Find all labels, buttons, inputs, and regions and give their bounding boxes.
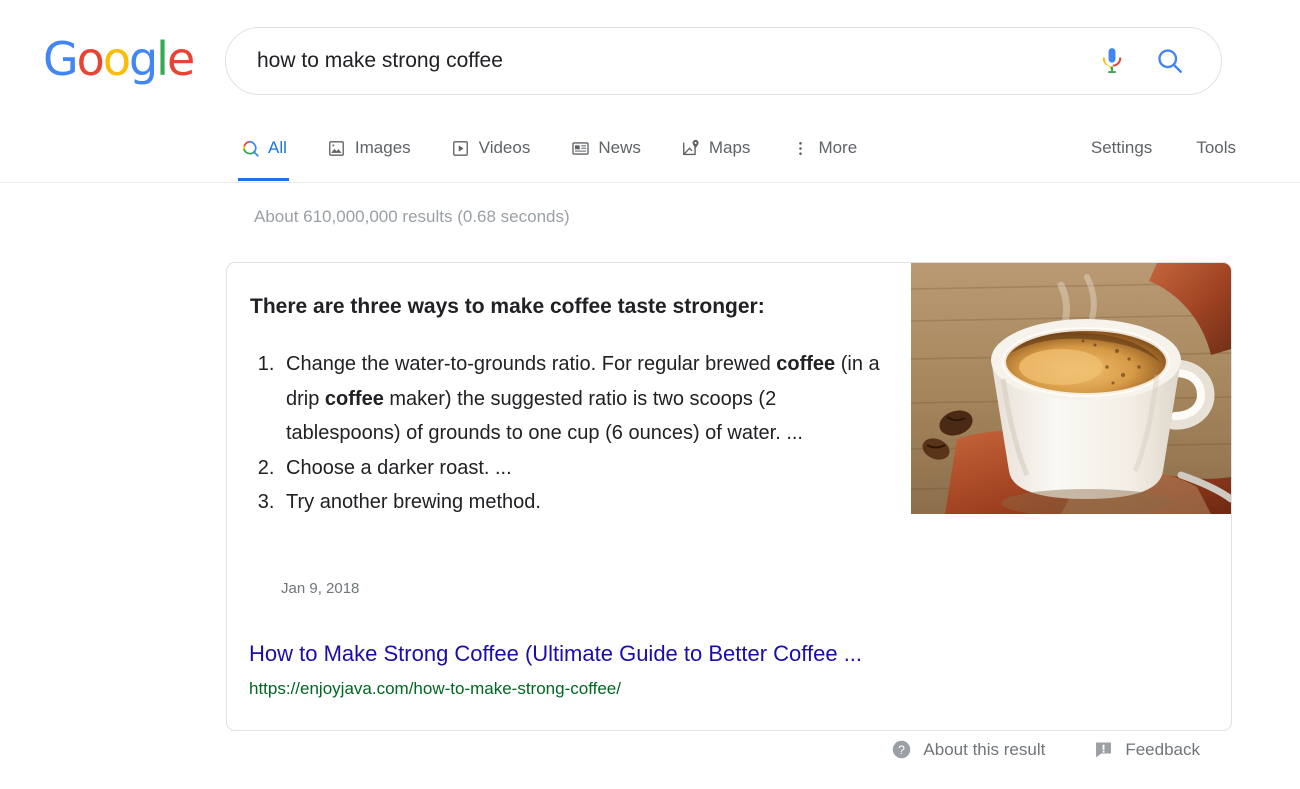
list-item: Change the water-to-grounds ratio. For r… [280,347,896,451]
feedback-label: Feedback [1125,739,1200,759]
result-stats: About 610,000,000 results (0.68 seconds) [254,207,570,226]
tab-all-label: All [268,138,287,157]
logo-letter-l: l [156,32,169,86]
tab-news[interactable]: News [570,126,657,170]
snippet-list: Change the water-to-grounds ratio. For r… [248,347,896,520]
tab-images[interactable]: Images [327,126,427,170]
about-this-result-button[interactable]: ? About this result [891,739,1045,760]
nav-divider [0,182,1300,183]
coffee-cup-photo [911,263,1231,514]
tools-link[interactable]: Tools [1196,126,1236,170]
image-icon [327,138,347,158]
search-bar[interactable]: how to make strong coffee [225,27,1222,95]
settings-link[interactable]: Settings [1091,126,1152,170]
question-mark-icon: ? [891,739,912,760]
list-item: Try another brewing method. [280,485,896,520]
logo-letter-g1: G [43,32,79,86]
google-logo[interactable]: Google [43,32,195,86]
google-search-results-page: Google how to make strong coffee All Ima… [0,0,1300,789]
search-tabs: All Images Videos News Maps More [238,126,897,181]
feedback-button[interactable]: Feedback [1093,739,1200,760]
page-header: Google how to make strong coffee [0,0,1300,120]
tab-maps-label: Maps [708,138,751,157]
microphone-icon[interactable] [1089,38,1135,84]
tab-more[interactable]: More [790,126,873,170]
tab-more-label: More [818,138,858,157]
snippet-date: Jan 9, 2018 [281,580,360,597]
nav-right-links: Settings Tools [1091,126,1236,170]
tab-images-label: Images [354,138,411,157]
more-vertical-icon [790,138,810,158]
about-this-result-label: About this result [923,739,1046,759]
feedback-icon [1093,739,1114,760]
tab-maps[interactable]: Maps [681,126,767,170]
result-footer: ? About this result Feedback [0,739,1300,760]
logo-letter-e: e [166,32,195,86]
snippet-title: There are three ways to make coffee tast… [250,295,765,318]
video-icon [451,138,471,158]
tab-videos[interactable]: Videos [451,126,547,170]
logo-letter-g2: g [128,32,158,86]
search-submit-icon[interactable] [1147,38,1193,84]
search-nav-bar: All Images Videos News Maps More Setting… [0,126,1300,183]
featured-snippet-card: There are three ways to make coffee tast… [226,262,1232,731]
result-url[interactable]: https://enjoyjava.com/how-to-make-strong… [249,678,621,700]
logo-letter-o2: o [102,32,131,86]
result-link-title[interactable]: How to Make Strong Coffee (Ultimate Guid… [249,640,862,668]
tab-videos-label: Videos [478,138,531,157]
tab-all[interactable]: All [238,126,303,181]
news-icon [570,138,590,158]
tab-news-label: News [598,138,641,157]
search-input[interactable]: how to make strong coffee [257,49,1089,73]
logo-letter-o1: o [76,32,105,86]
list-item: Choose a darker roast. ... [280,451,896,486]
search-icon [240,138,260,158]
svg-text:?: ? [899,743,906,757]
map-pin-icon [681,138,701,158]
